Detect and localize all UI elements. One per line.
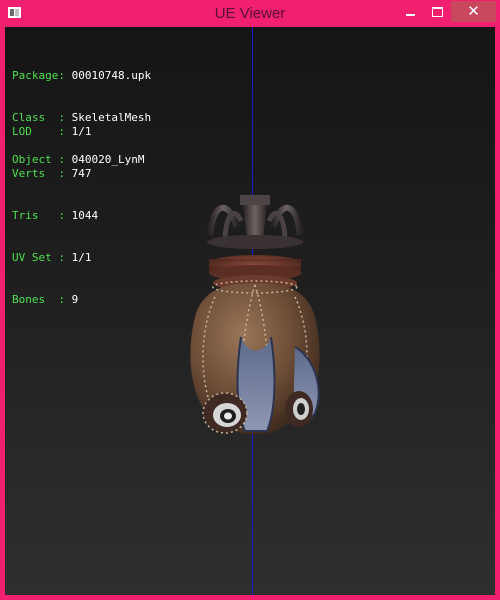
info-value: 747	[71, 167, 92, 180]
close-button[interactable]: ✕	[451, 1, 496, 22]
info-row-package: Package: 00010748.upk	[12, 69, 151, 83]
3d-viewport[interactable]: Package: 00010748.upk Class : SkeletalMe…	[5, 27, 495, 595]
info-label: LOD :	[12, 125, 65, 138]
info-value: 1044	[71, 209, 99, 222]
info-row-bones: Bones : 9	[12, 293, 98, 307]
info-value: 1/1	[71, 125, 92, 138]
title-bar[interactable]: UE Viewer ✕	[0, 0, 500, 27]
info-value: 00010748.upk	[71, 69, 152, 82]
info-row-verts: Verts : 747	[12, 167, 98, 181]
info-value: 1/1	[71, 251, 92, 264]
maximize-button[interactable]	[424, 1, 450, 22]
info-label: Tris :	[12, 209, 65, 222]
info-row-tris: Tris : 1044	[12, 209, 98, 223]
info-row-lod: LOD : 1/1	[12, 125, 98, 139]
close-icon: ✕	[467, 2, 480, 20]
app-window: UE Viewer ✕ Package: 00010748.upk Class …	[0, 0, 500, 600]
info-label: Package:	[12, 69, 65, 82]
skeletal-mesh-model[interactable]	[175, 187, 335, 452]
info-label: Bones :	[12, 293, 65, 306]
minimize-button[interactable]	[397, 1, 423, 22]
info-label: Verts :	[12, 167, 65, 180]
info-value: 9	[71, 293, 79, 306]
mesh-stats-panel: LOD : 1/1 Verts : 747 Tris : 1044 UV Set…	[12, 97, 98, 335]
info-row-uvset: UV Set : 1/1	[12, 251, 98, 265]
info-label: UV Set :	[12, 251, 65, 264]
